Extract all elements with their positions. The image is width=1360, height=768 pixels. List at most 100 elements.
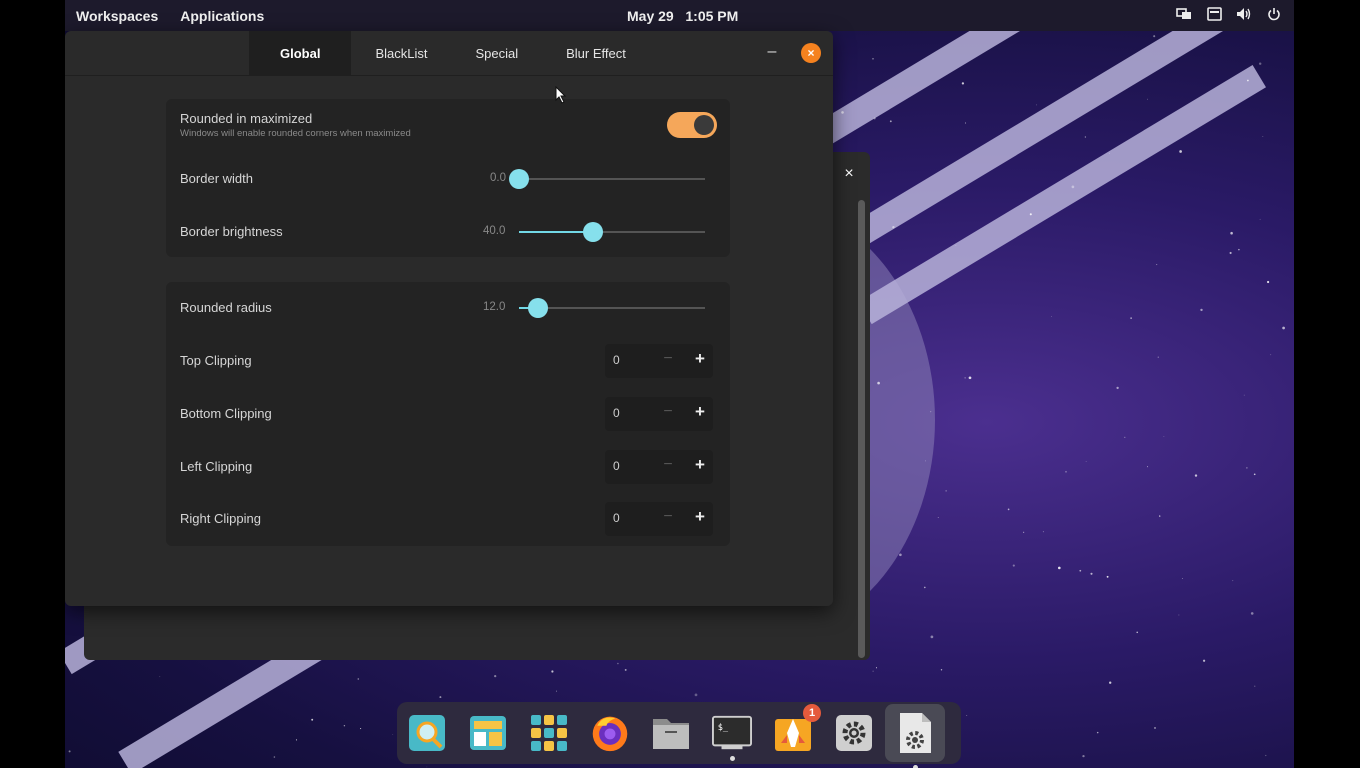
decrement-button[interactable]: − (659, 403, 677, 423)
left-clipping-value[interactable]: 0 (613, 459, 620, 473)
files-icon[interactable] (651, 713, 691, 753)
star (1042, 531, 1044, 533)
header-bar: Global BlackList Special Blur Effect – × (65, 31, 833, 76)
star (1057, 566, 1061, 570)
star (1254, 685, 1256, 687)
bottom-clipping-label: Bottom Clipping (180, 406, 272, 421)
running-indicator (730, 756, 735, 761)
increment-button[interactable]: + (691, 507, 709, 527)
left-clipping-spinbutton[interactable]: 0 − + (605, 450, 713, 484)
star (899, 553, 902, 557)
star (1036, 104, 1038, 106)
applications-button[interactable]: Applications (169, 8, 275, 24)
star (1159, 515, 1161, 517)
right-clipping-row: Right Clipping 0 − + (180, 502, 716, 536)
star (1124, 436, 1126, 439)
terminal-icon[interactable]: $_ (712, 713, 752, 761)
star (940, 669, 943, 671)
right-clipping-spinbutton[interactable]: 0 − + (605, 502, 713, 536)
star (877, 381, 880, 385)
right-clipping-value[interactable]: 0 (613, 511, 620, 525)
tab-blacklist[interactable]: BlackList (351, 31, 451, 75)
rounded-maximized-description: Windows will enable rounded corners when… (180, 128, 411, 139)
star (1096, 731, 1099, 734)
star (1153, 35, 1156, 38)
star (1179, 150, 1182, 153)
increment-button[interactable]: + (691, 455, 709, 475)
top-clipping-value[interactable]: 0 (613, 353, 620, 367)
star (1079, 569, 1082, 572)
close-button[interactable]: × (801, 43, 821, 63)
rounded-maximized-toggle[interactable] (667, 112, 717, 138)
tab-special[interactable]: Special (451, 31, 542, 75)
app-grid-icon[interactable] (529, 713, 569, 753)
slider-thumb[interactable] (527, 298, 548, 318)
star (1246, 467, 1248, 469)
bottom-clipping-value[interactable]: 0 (613, 406, 620, 420)
star (1029, 213, 1032, 216)
minimize-button[interactable]: – (765, 44, 779, 61)
border-brightness-value: 40.0 (483, 225, 506, 237)
bottom-clipping-spinbutton[interactable]: 0 − + (605, 397, 713, 431)
star (1238, 248, 1240, 251)
star (1023, 531, 1025, 533)
star (1178, 614, 1180, 616)
display-icon[interactable] (1176, 6, 1192, 22)
star (955, 245, 957, 247)
top-clipping-spinbutton[interactable]: 0 − + (605, 344, 713, 378)
star (1270, 354, 1272, 356)
star (1181, 578, 1183, 579)
border-width-slider[interactable] (509, 169, 705, 189)
settings-icon[interactable] (834, 713, 874, 753)
pop-shop-icon[interactable]: 1 (773, 704, 821, 753)
star (1065, 470, 1067, 473)
star (1202, 659, 1206, 662)
firefox-icon[interactable] (590, 713, 630, 753)
notification-badge: 1 (803, 704, 821, 722)
rounded-radius-label: Rounded radius (180, 300, 272, 315)
search-app-icon[interactable] (407, 713, 447, 753)
increment-button[interactable]: + (691, 402, 709, 422)
star (1090, 572, 1093, 575)
border-brightness-slider[interactable] (519, 222, 705, 242)
star (1007, 508, 1010, 511)
dock: $_ 1 (397, 702, 961, 768)
star (945, 490, 947, 492)
toggle-knob (694, 115, 714, 135)
keyboard-icon[interactable] (1206, 6, 1222, 22)
decrement-button[interactable]: − (659, 350, 677, 370)
volume-icon[interactable] (1236, 6, 1252, 22)
star (159, 676, 161, 678)
power-icon[interactable] (1266, 6, 1282, 22)
clock[interactable]: May 29 1:05 PM (627, 8, 738, 24)
decrement-button[interactable]: − (659, 456, 677, 476)
slider-thumb[interactable] (583, 222, 604, 242)
star (1012, 564, 1015, 567)
tab-blur-effect[interactable]: Blur Effect (542, 31, 650, 75)
rounded-radius-slider[interactable] (519, 298, 705, 318)
star (1051, 316, 1052, 317)
star (1282, 326, 1285, 330)
workspaces-button[interactable]: Workspaces (65, 8, 169, 24)
star (966, 715, 968, 716)
workspaces-app-icon[interactable] (468, 713, 508, 753)
star (68, 750, 71, 753)
star (694, 693, 698, 697)
increment-button[interactable]: + (691, 349, 709, 369)
border-width-label: Border width (180, 171, 253, 186)
decrement-button[interactable]: − (659, 508, 677, 528)
star (872, 57, 874, 60)
background-window-close-button[interactable]: × (834, 158, 864, 190)
rounded-maximized-row: Rounded in maximized Windows will enable… (180, 111, 717, 141)
tab-global[interactable]: Global (249, 31, 352, 75)
background-window-scrollbar[interactable] (858, 200, 865, 658)
star (1265, 754, 1267, 757)
bottom-clipping-row: Bottom Clipping 0 − + (180, 397, 716, 431)
star (875, 667, 878, 669)
star (1109, 681, 1112, 684)
star (1229, 251, 1232, 255)
star (1194, 474, 1198, 477)
tweaks-settings-icon[interactable] (885, 704, 945, 768)
star (1082, 754, 1085, 758)
slider-thumb[interactable] (509, 169, 529, 189)
